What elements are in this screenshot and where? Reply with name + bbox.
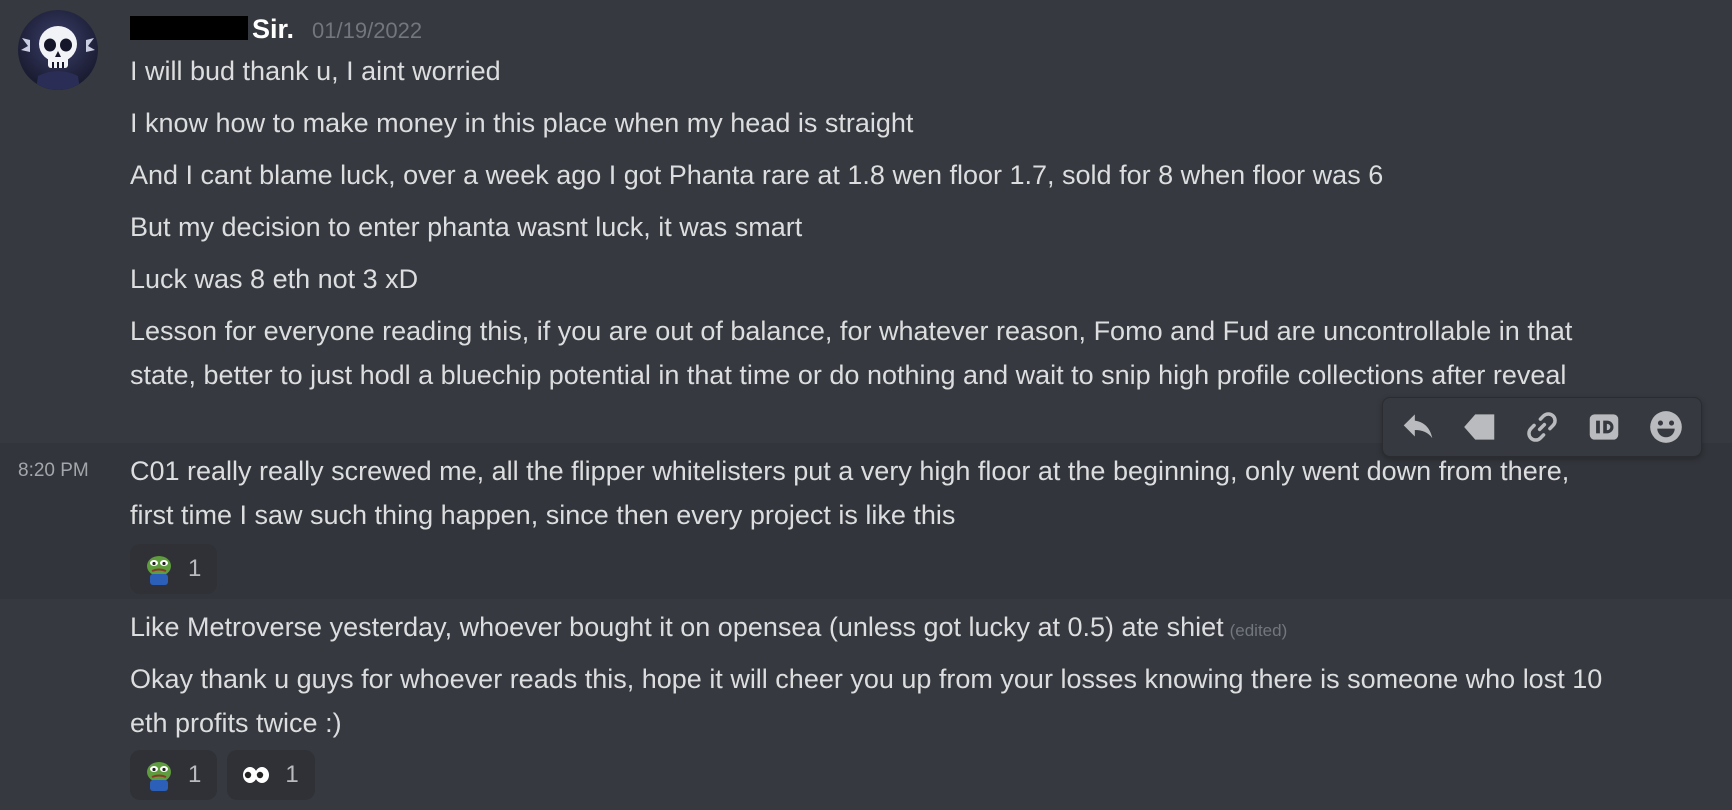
message-text: I know how to make money in this place w…	[130, 108, 914, 138]
add-reaction-icon	[1650, 411, 1682, 443]
reaction-count: 1	[285, 761, 299, 788]
message-text: Like Metroverse yesterday, whoever bough…	[130, 605, 1650, 653]
message-text: Luck was 8 eth not 3 xD	[130, 264, 419, 294]
pepe-sad-icon	[147, 556, 171, 585]
reaction-row: 1	[130, 544, 218, 594]
chat-area: Sir. 01/19/2022 I will bud thank u, I ai…	[0, 0, 1732, 810]
message-text: But my decision to enter phanta wasnt lu…	[130, 212, 803, 242]
message-header: Sir. 01/19/2022	[130, 12, 422, 48]
reply-icon	[1403, 414, 1433, 439]
reaction-pepe[interactable]: 1	[130, 750, 218, 800]
message-timestamp: 8:20 PM	[18, 460, 89, 481]
copy-id-button[interactable]	[1578, 401, 1630, 453]
id-icon	[1589, 414, 1619, 440]
reaction-count: 1	[188, 761, 202, 788]
avatar[interactable]	[18, 10, 98, 90]
edited-label: (edited)	[1229, 621, 1288, 640]
redaction-bar	[130, 16, 248, 40]
tag-button[interactable]	[1454, 401, 1506, 453]
message-body: Like Metroverse yesterday, whoever bough…	[130, 612, 1224, 642]
message-text: C01 really really screwed me, all the fl…	[130, 456, 1570, 530]
message-text: Lesson for everyone reading this, if you…	[130, 316, 1573, 390]
message-text: Okay thank u guys for whoever reads this…	[130, 664, 1603, 738]
tag-icon	[1464, 414, 1495, 440]
skull-icon	[21, 26, 95, 90]
add-reaction-button[interactable]	[1640, 401, 1692, 453]
eyes-icon	[243, 767, 270, 783]
reply-button[interactable]	[1392, 401, 1444, 453]
username[interactable]: Sir.	[130, 12, 294, 46]
reaction-pepe[interactable]: 1	[130, 544, 218, 594]
message-text: I will bud thank u, I aint worried	[130, 56, 501, 86]
link-icon	[1527, 412, 1557, 442]
reaction-count: 1	[188, 555, 202, 582]
pepe-sad-icon	[147, 762, 171, 791]
message-date: 01/19/2022	[312, 18, 423, 43]
message-text: And I cant blame luck, over a week ago I…	[130, 160, 1384, 190]
copy-link-button[interactable]	[1516, 401, 1568, 453]
reaction-row: 1 1	[130, 750, 315, 800]
message-actions-toolbar	[1382, 397, 1702, 457]
reaction-eyes[interactable]: 1	[227, 750, 315, 800]
